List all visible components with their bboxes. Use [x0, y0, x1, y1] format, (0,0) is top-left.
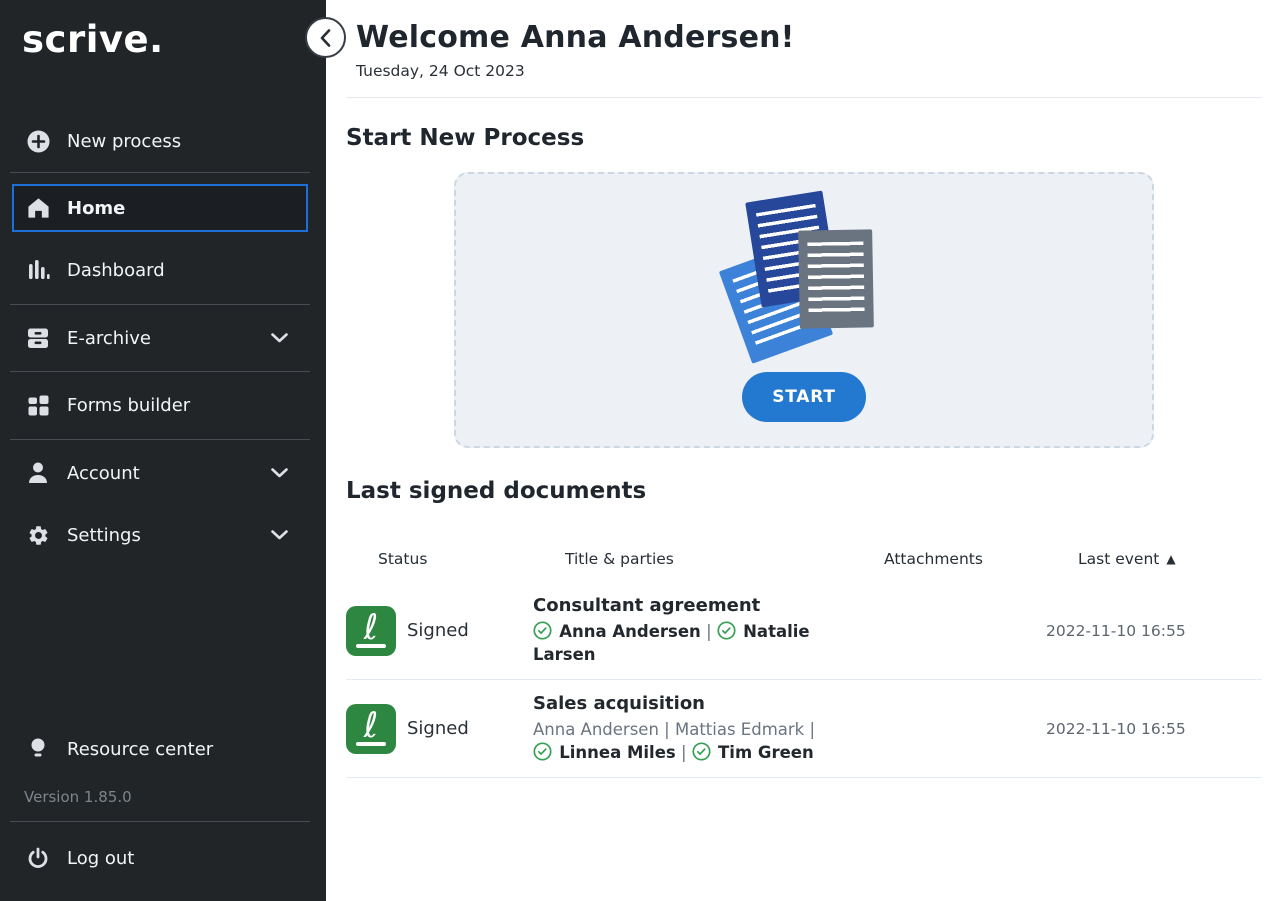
- sidebar-item-label: New process: [67, 131, 181, 152]
- bar-chart-icon: [26, 258, 50, 282]
- lightbulb-icon: [26, 737, 50, 761]
- status-cell: ℓ Signed: [346, 606, 533, 656]
- sidebar-divider: [10, 371, 310, 372]
- last-event-cell: 2022-11-10 16:55: [1046, 622, 1262, 640]
- start-button[interactable]: START: [742, 372, 866, 422]
- parties-list: Anna Andersen | Mattias Edmark | Linnea …: [533, 718, 829, 764]
- sidebar-item-label: Account: [67, 463, 140, 484]
- document-title: Consultant agreement: [533, 595, 852, 616]
- scrive-logo[interactable]: scrive.: [22, 18, 164, 61]
- table-row[interactable]: ℓ Signed Consultant agreement Anna Ander…: [346, 582, 1262, 680]
- documents-illustration: [699, 192, 909, 360]
- check-circle-icon: [533, 742, 552, 761]
- title-parties-cell: Sales acquisition Anna Andersen | Mattia…: [533, 693, 852, 764]
- sidebar-item-label: Log out: [67, 848, 134, 869]
- gear-icon: [26, 523, 50, 547]
- plus-circle-icon: [26, 129, 50, 153]
- page-title: Welcome Anna Andersen!: [356, 20, 1262, 55]
- sidebar-item-e-archive[interactable]: E-archive: [0, 314, 326, 362]
- start-section-title: Start New Process: [346, 125, 1262, 151]
- main-content: Welcome Anna Andersen! Tuesday, 24 Oct 2…: [326, 0, 1280, 901]
- sidebar-item-label: Dashboard: [67, 260, 165, 281]
- party-name: Linnea Miles: [559, 743, 675, 762]
- last-event-cell: 2022-11-10 16:55: [1046, 720, 1262, 738]
- sidebar-divider: [10, 821, 310, 822]
- table-header-row: Status Title & parties Attachments Last …: [346, 528, 1262, 582]
- current-date: Tuesday, 24 Oct 2023: [356, 62, 1262, 80]
- sidebar-divider: [10, 439, 310, 440]
- party-name: Anna Andersen: [559, 622, 701, 641]
- power-icon: [26, 846, 50, 870]
- sidebar-item-label: Settings: [67, 525, 141, 546]
- parties-list: Anna Andersen | Natalie Larsen: [533, 620, 829, 666]
- check-circle-icon: [717, 621, 736, 640]
- sidebar-item-home[interactable]: Home: [12, 184, 308, 232]
- column-header-attachments[interactable]: Attachments: [884, 550, 1078, 568]
- status-label: Signed: [407, 718, 469, 739]
- column-header-title-parties[interactable]: Title & parties: [565, 550, 884, 568]
- sort-ascending-icon: ▲: [1166, 552, 1175, 566]
- party-name: Anna Andersen: [533, 720, 659, 739]
- collapse-sidebar-button[interactable]: [305, 17, 346, 58]
- sidebar-item-label: Resource center: [67, 739, 213, 760]
- chevron-down-icon: [271, 468, 288, 478]
- version-label: Version 1.85.0: [24, 788, 132, 806]
- sidebar-item-label: Forms builder: [67, 395, 190, 416]
- signed-signature-icon: ℓ: [346, 606, 396, 656]
- documents-section-title: Last signed documents: [346, 478, 1262, 504]
- start-process-card: START: [454, 172, 1154, 448]
- party-name: Mattias Edmark: [675, 720, 804, 739]
- sidebar-item-resource-center[interactable]: Resource center: [0, 725, 326, 773]
- table-row[interactable]: ℓ Signed Sales acquisition Anna Andersen…: [346, 680, 1262, 778]
- app-window: scrive. New process Home Dashboard: [0, 0, 1280, 901]
- chevron-left-icon: [320, 29, 331, 47]
- chevron-down-icon: [271, 333, 288, 343]
- sidebar-item-new-process[interactable]: New process: [0, 117, 326, 165]
- archive-drawers-icon: [26, 326, 50, 350]
- column-header-last-event[interactable]: Last event ▲: [1078, 550, 1262, 568]
- title-parties-cell: Consultant agreement Anna Andersen | Nat…: [533, 595, 852, 666]
- party-name: Tim Green: [718, 743, 814, 762]
- sidebar-item-label: Home: [67, 198, 125, 219]
- status-cell: ℓ Signed: [346, 704, 533, 754]
- sidebar-item-logout[interactable]: Log out: [0, 834, 326, 882]
- check-circle-icon: [533, 621, 552, 640]
- last-signed-documents-table: Status Title & parties Attachments Last …: [346, 528, 1262, 778]
- check-circle-icon: [692, 742, 711, 761]
- sidebar-item-forms-builder[interactable]: Forms builder: [0, 381, 326, 429]
- sidebar-divider: [10, 304, 310, 305]
- sidebar-item-settings[interactable]: Settings: [0, 511, 326, 559]
- sidebar: scrive. New process Home Dashboard: [0, 0, 326, 901]
- sidebar-item-account[interactable]: Account: [0, 449, 326, 497]
- person-icon: [26, 461, 50, 485]
- document-gray-illustration: [798, 229, 874, 328]
- sidebar-item-dashboard[interactable]: Dashboard: [0, 246, 326, 294]
- document-title: Sales acquisition: [533, 693, 852, 714]
- status-label: Signed: [407, 620, 469, 641]
- signed-signature-icon: ℓ: [346, 704, 396, 754]
- chevron-down-icon: [271, 530, 288, 540]
- grid-icon: [26, 393, 50, 417]
- sidebar-item-label: E-archive: [67, 328, 151, 349]
- header-divider: [346, 97, 1262, 98]
- home-icon: [26, 196, 50, 220]
- sidebar-divider: [10, 172, 310, 173]
- column-header-status[interactable]: Status: [378, 550, 565, 568]
